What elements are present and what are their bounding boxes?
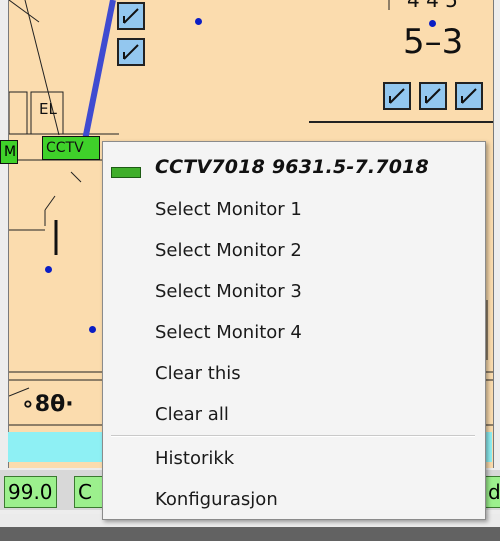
context-menu: CCTV7018 9631.5-7.7018 Select Monitor 1 … — [102, 141, 486, 520]
bottom-strip — [0, 527, 500, 541]
menu-item-label: Select Monitor 1 — [155, 199, 302, 220]
status-value-left-text: 99.0 — [8, 480, 53, 504]
sensor-dot[interactable] — [89, 326, 96, 333]
menu-item-label: Historikk — [155, 448, 235, 469]
status-value-right: d — [484, 476, 500, 508]
floorplan-viewer: 4 4 5 5–3 EL ∘8θ· M CCTV 99.0 C d CCTV70… — [0, 0, 500, 541]
context-menu-header: CCTV7018 9631.5-7.7018 — [103, 150, 485, 186]
room-number-top: 4 4 5 — [407, 0, 458, 12]
menu-item-label: Select Monitor 3 — [155, 281, 302, 302]
menu-item-label: Clear this — [155, 363, 241, 384]
camera-device-icon — [111, 167, 141, 178]
left-edge-tag-label: M — [4, 144, 17, 160]
room-number: 5–3 — [403, 22, 464, 62]
menu-item-clear-this[interactable]: Clear this — [103, 356, 485, 392]
menu-item-select-monitor-3[interactable]: Select Monitor 3 — [103, 274, 485, 310]
status-value-right-text: d — [488, 480, 500, 504]
menu-item-historikk[interactable]: Historikk — [103, 441, 485, 477]
camera-icon-right-1[interactable] — [383, 82, 411, 110]
menu-item-label: Select Monitor 2 — [155, 240, 302, 261]
menu-separator — [111, 435, 475, 437]
cctv-tag-label: CCTV — [46, 140, 84, 156]
room-label-el: EL — [39, 100, 57, 118]
camera-icon-right-3[interactable] — [455, 82, 483, 110]
menu-item-select-monitor-2[interactable]: Select Monitor 2 — [103, 233, 485, 269]
menu-item-select-monitor-1[interactable]: Select Monitor 1 — [103, 192, 485, 228]
status-value-mid-text: C — [78, 480, 92, 504]
camera-view-line — [82, 0, 116, 141]
menu-item-label: Konfigurasjon — [155, 489, 278, 510]
sensor-dot[interactable] — [45, 266, 52, 273]
map-symbols: ∘8θ· — [21, 392, 74, 417]
menu-item-label: Select Monitor 4 — [155, 322, 302, 343]
menu-item-label: Clear all — [155, 404, 229, 425]
sensor-dot[interactable] — [195, 18, 202, 25]
menu-item-clear-all[interactable]: Clear all — [103, 397, 485, 433]
menu-item-konfigurasjon[interactable]: Konfigurasjon — [103, 482, 485, 518]
menu-item-select-monitor-4[interactable]: Select Monitor 4 — [103, 315, 485, 351]
camera-icon-right-2[interactable] — [419, 82, 447, 110]
camera-icon-second[interactable] — [117, 38, 145, 66]
status-value-left: 99.0 — [4, 476, 57, 508]
left-edge-tag: M — [0, 140, 18, 164]
camera-icon-top[interactable] — [117, 2, 145, 30]
context-menu-title: CCTV7018 9631.5-7.7018 — [155, 156, 429, 178]
cctv-tag[interactable]: CCTV — [42, 136, 100, 160]
